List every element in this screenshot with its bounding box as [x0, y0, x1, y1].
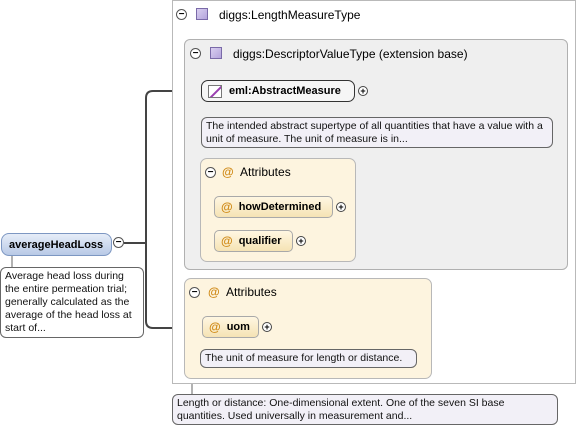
collapse-outer-attributes-button[interactable]: −	[189, 287, 200, 298]
attribute-qualifier[interactable]: @ qualifier	[214, 230, 293, 252]
attribute-how-determined[interactable]: @ howDetermined	[214, 196, 333, 218]
outer-attributes-heading: Attributes	[226, 285, 277, 299]
attribute-icon: @	[221, 200, 233, 214]
inner-attributes-heading: Attributes	[240, 165, 291, 179]
collapse-length-measure-type-button[interactable]: −	[176, 9, 187, 20]
complex-type-icon	[210, 47, 222, 59]
abstract-element-icon	[208, 84, 222, 98]
attribute-icon: @	[209, 320, 221, 334]
attribute-label: uom	[226, 321, 250, 333]
average-head-loss-label: averageHeadLoss	[9, 238, 104, 251]
expand-how-determined-button[interactable]: +	[336, 202, 346, 212]
expand-uom-button[interactable]: +	[262, 322, 272, 332]
expand-qualifier-button[interactable]: +	[296, 236, 306, 246]
attribute-icon: @	[221, 234, 233, 248]
length-measure-type-documentation: Length or distance: One-dimensional exte…	[172, 394, 558, 425]
collapse-average-head-loss-button[interactable]: −	[113, 237, 124, 248]
attribute-icon: @	[208, 285, 220, 299]
attribute-icon: @	[222, 165, 234, 179]
descriptor-value-type-title: diggs:DescriptorValueType (extension bas…	[233, 47, 468, 61]
expand-abstract-measure-button[interactable]: +	[358, 86, 368, 96]
abstract-measure-documentation: The intended abstract supertype of all q…	[201, 117, 553, 148]
complex-type-icon	[196, 8, 208, 20]
attribute-label: qualifier	[238, 235, 282, 247]
average-head-loss-element[interactable]: averageHeadLoss	[1, 233, 112, 256]
length-measure-type-title: diggs:LengthMeasureType	[219, 8, 361, 22]
average-head-loss-documentation: Average head loss during the entire perm…	[0, 267, 144, 338]
abstract-measure-label: eml:AbstractMeasure	[229, 85, 341, 97]
attribute-uom[interactable]: @ uom	[202, 316, 259, 338]
collapse-descriptor-value-type-button[interactable]: −	[190, 48, 201, 59]
collapse-inner-attributes-button[interactable]: −	[205, 167, 216, 178]
attribute-label: howDetermined	[238, 201, 322, 213]
abstract-measure-element[interactable]: eml:AbstractMeasure	[201, 80, 355, 102]
uom-documentation: The unit of measure for length or distan…	[200, 349, 417, 368]
